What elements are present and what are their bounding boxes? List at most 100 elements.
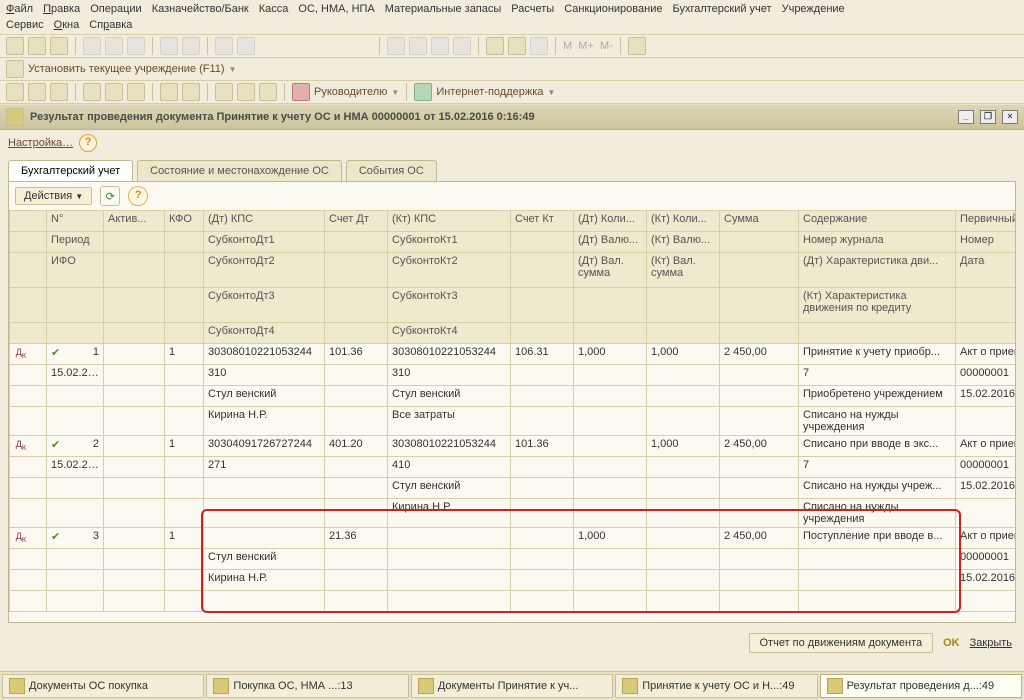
open-icon[interactable] <box>28 37 46 55</box>
col-header[interactable] <box>10 288 47 323</box>
col-header[interactable]: (Кт) КПС <box>388 211 511 232</box>
actions-button[interactable]: Действия ▼ <box>15 187 92 205</box>
col-header[interactable] <box>47 323 104 344</box>
col-header[interactable]: Содержание <box>799 211 956 232</box>
col-header[interactable]: ИФО <box>47 253 104 288</box>
grid-help-icon[interactable]: ? <box>128 186 148 206</box>
col-header[interactable] <box>511 323 574 344</box>
col-header[interactable]: Счет Кт <box>511 211 574 232</box>
col-header[interactable]: Сумма <box>720 211 799 232</box>
table-row[interactable]: Кирина Н.Р.Списано на нужды учреждения <box>10 499 1016 528</box>
ok-button[interactable]: OK <box>943 637 960 649</box>
col-header[interactable]: Первичный документ <box>956 211 1016 232</box>
col-header[interactable] <box>165 253 204 288</box>
col-header[interactable] <box>720 323 799 344</box>
menu-item-1[interactable]: Правка <box>43 3 80 15</box>
col-header[interactable] <box>104 232 165 253</box>
report-button[interactable]: Отчет по движениям документа <box>749 633 934 653</box>
col-header[interactable] <box>647 288 720 323</box>
tab-state[interactable]: Состояние и местонахождение ОС <box>137 160 342 181</box>
q2-icon[interactable] <box>28 83 46 101</box>
col-header[interactable]: СубконтоДт1 <box>204 232 325 253</box>
menu-item-4[interactable]: Касса <box>259 3 289 15</box>
col-header[interactable]: (Кт) Характеристика движения по кредиту <box>799 288 956 323</box>
close-link[interactable]: Закрыть <box>970 637 1012 649</box>
main-menu[interactable]: ФайлПравкаОперацииКазначейство/БанкКасса… <box>0 0 1024 35</box>
col-header[interactable] <box>720 232 799 253</box>
col-header[interactable] <box>165 232 204 253</box>
col-header[interactable] <box>720 253 799 288</box>
col-header[interactable]: Счет Дт <box>325 211 388 232</box>
col-header[interactable]: (Кт) Валю... <box>647 232 720 253</box>
col-header[interactable]: (Дт) Характеристика дви... <box>799 253 956 288</box>
copy-icon[interactable] <box>105 37 123 55</box>
data-grid[interactable]: N°Актив...КФО(Дт) КПССчет Дт(Кт) КПССчет… <box>9 210 1015 622</box>
col-header[interactable]: Дата <box>956 253 1016 288</box>
taskbar-button[interactable]: Покупка ОС, НМА ...:13 <box>206 674 408 698</box>
col-header[interactable] <box>511 232 574 253</box>
col-header[interactable] <box>165 323 204 344</box>
taskbar-button[interactable]: Результат проведения д...:49 <box>820 674 1022 698</box>
refresh-button[interactable]: ⟳ <box>100 186 120 206</box>
find-icon[interactable] <box>237 37 255 55</box>
table-row[interactable]: Стул венскийСписано на нужды учреж...15.… <box>10 478 1016 499</box>
menu-item-11[interactable]: Сервис <box>6 19 44 31</box>
col-header[interactable]: (Дт) КПС <box>204 211 325 232</box>
col-header[interactable]: (Дт) Вал. сумма <box>574 253 647 288</box>
col-header[interactable] <box>325 232 388 253</box>
col-header[interactable]: (Кт) Вал. сумма <box>647 253 720 288</box>
col-header[interactable]: СубконтоДт3 <box>204 288 325 323</box>
table-row[interactable]: 15.02.2016 0:16...271410700000001 <box>10 457 1016 478</box>
q7-icon[interactable] <box>160 83 178 101</box>
stop-icon[interactable] <box>431 37 449 55</box>
settings-link[interactable]: Настройка… <box>8 137 73 149</box>
calendar-icon[interactable] <box>508 37 526 55</box>
col-header[interactable] <box>720 288 799 323</box>
menu-item-13[interactable]: Справка <box>89 19 132 31</box>
col-header[interactable]: (Дт) Коли... <box>574 211 647 232</box>
col-header[interactable]: СубконтоДт2 <box>204 253 325 288</box>
col-header[interactable] <box>574 288 647 323</box>
org-icon[interactable] <box>6 60 24 78</box>
menu-item-7[interactable]: Расчеты <box>511 3 554 15</box>
col-header[interactable] <box>10 253 47 288</box>
q5-icon[interactable] <box>105 83 123 101</box>
col-header[interactable]: (Дт) Валю... <box>574 232 647 253</box>
paste-icon[interactable] <box>127 37 145 55</box>
col-header[interactable] <box>10 323 47 344</box>
redo-icon[interactable] <box>182 37 200 55</box>
table-row[interactable]: Кирина Н.Р.Все затратыСписано на нужды у… <box>10 407 1016 436</box>
nav-fwd-icon[interactable] <box>409 37 427 55</box>
table-row[interactable]: Кирина Н.Р.15.02.2016 <box>10 570 1016 591</box>
col-header[interactable]: Период <box>47 232 104 253</box>
set-org-link[interactable]: Установить текущее учреждение (F11)▼ <box>28 63 237 75</box>
col-header[interactable]: Актив... <box>104 211 165 232</box>
col-header[interactable]: N° <box>47 211 104 232</box>
col-header[interactable] <box>325 323 388 344</box>
col-header[interactable] <box>799 323 956 344</box>
col-header[interactable] <box>325 253 388 288</box>
table-row[interactable]: 15.02.2016 0:16...310310700000001 <box>10 365 1016 386</box>
col-header[interactable] <box>10 211 47 232</box>
col-header[interactable] <box>956 323 1016 344</box>
menu-item-5[interactable]: ОС, НМА, НПА <box>298 3 374 15</box>
col-header[interactable]: СубконтоКт1 <box>388 232 511 253</box>
col-header[interactable] <box>104 288 165 323</box>
col-header[interactable] <box>104 323 165 344</box>
col-header[interactable] <box>956 288 1016 323</box>
col-header[interactable] <box>325 288 388 323</box>
menu-item-10[interactable]: Учреждение <box>782 3 845 15</box>
cut-icon[interactable] <box>83 37 101 55</box>
save-icon[interactable] <box>50 37 68 55</box>
col-header[interactable] <box>574 323 647 344</box>
col-header[interactable] <box>104 253 165 288</box>
new-icon[interactable] <box>6 37 24 55</box>
q11-icon[interactable] <box>259 83 277 101</box>
menu-item-9[interactable]: Бухгалтерский учет <box>672 3 771 15</box>
col-header[interactable]: КФО <box>165 211 204 232</box>
q1-icon[interactable] <box>6 83 24 101</box>
menu-item-3[interactable]: Казначейство/Банк <box>152 3 249 15</box>
q4-icon[interactable] <box>83 83 101 101</box>
menu-item-6[interactable]: Материальные запасы <box>385 3 502 15</box>
menu-item-0[interactable]: Файл <box>6 3 33 15</box>
